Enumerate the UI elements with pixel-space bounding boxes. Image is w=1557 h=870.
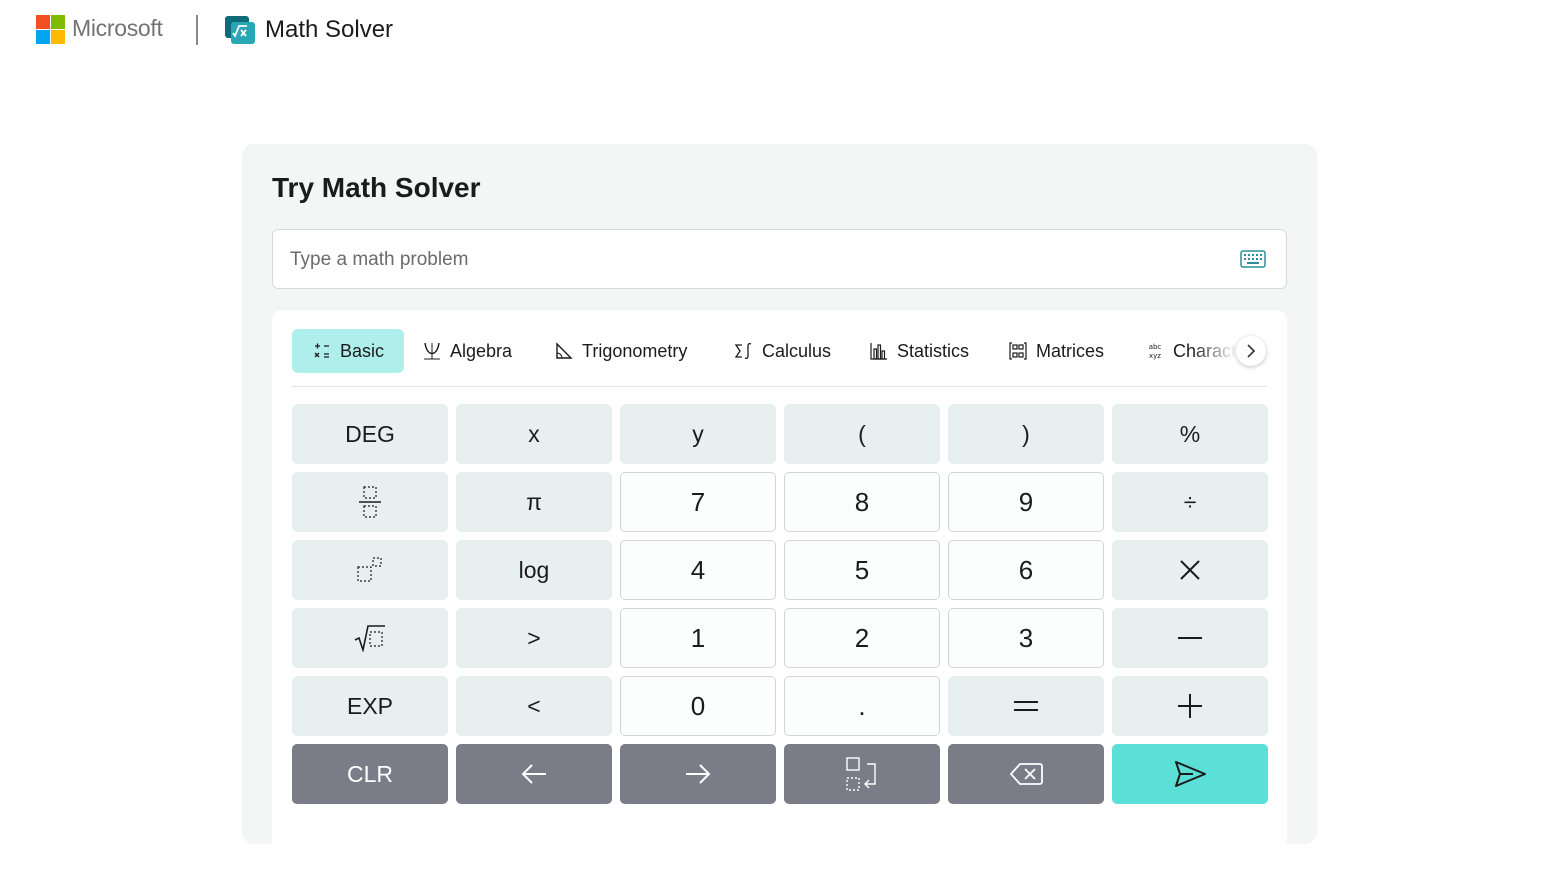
deg-key[interactable]: DEG (292, 404, 448, 464)
card-title: Try Math Solver (272, 172, 481, 203)
right-paren-key[interactable]: ) (948, 404, 1104, 464)
square-root-icon (354, 625, 385, 652)
fraction-icon (359, 486, 381, 518)
app-name[interactable]: Math Solver (265, 16, 393, 44)
math-problem-input[interactable] (288, 244, 1222, 276)
math-solver-logo-icon[interactable] (225, 16, 255, 44)
left-paren-key[interactable]: ( (784, 404, 940, 464)
digit-0-key[interactable]: 0 (620, 676, 776, 736)
triangle-icon (556, 342, 573, 359)
header-divider (196, 15, 198, 45)
tab-label: Statistics (897, 340, 970, 361)
tab-label: Calculus (762, 340, 832, 361)
digit-5-key[interactable]: 5 (784, 540, 940, 600)
parabola-icon (424, 342, 440, 360)
arrow-left-icon (521, 764, 546, 784)
tab-label: Trigonometry (582, 340, 688, 361)
solve-submit-button[interactable] (1112, 744, 1268, 804)
abc-icon: abc xyz (1149, 343, 1162, 360)
send-icon (1175, 761, 1206, 787)
exp-key[interactable]: EXP (292, 676, 448, 736)
y-variable-key[interactable]: y (620, 404, 776, 464)
percent-key[interactable]: % (1112, 404, 1268, 464)
chevron-right-icon (1247, 344, 1256, 358)
math-input-box[interactable] (272, 229, 1287, 289)
tab-calculus[interactable]: Calculus (734, 329, 831, 373)
digit-3-key[interactable]: 3 (948, 608, 1104, 668)
tab-label: Basic (340, 340, 385, 361)
digit-9-key[interactable]: 9 (948, 472, 1104, 532)
decimal-point-key[interactable]: . (784, 676, 940, 736)
bar-chart-icon (870, 343, 887, 360)
move-down-key[interactable] (784, 744, 940, 804)
minus-icon (1178, 637, 1202, 639)
svg-text:abc: abc (1149, 343, 1162, 351)
tabs-scroll-right-button[interactable] (1236, 336, 1266, 366)
digit-1-key[interactable]: 1 (620, 608, 776, 668)
cursor-left-key[interactable] (456, 744, 612, 804)
tab-basic[interactable]: Basic (292, 329, 405, 373)
digit-8-key[interactable]: 8 (784, 472, 940, 532)
digit-2-key[interactable]: 2 (784, 608, 940, 668)
box-move-down-icon (846, 757, 876, 791)
cursor-right-key[interactable] (620, 744, 776, 804)
tab-matrices[interactable]: Matrices (1008, 329, 1104, 373)
keypad-grid: DEG x y ( ) % π 7 8 9 ÷ log 4 5 6 > 1 2 … (292, 404, 1268, 804)
x-variable-key[interactable]: x (456, 404, 612, 464)
multiply-key[interactable] (1112, 540, 1268, 600)
tab-statistics[interactable]: Statistics (869, 329, 969, 373)
pi-key[interactable]: π (456, 472, 612, 532)
category-tabs: Basic Algebra Trigonometry Calculus Stat… (292, 328, 1267, 387)
digit-4-key[interactable]: 4 (620, 540, 776, 600)
fraction-key[interactable] (292, 472, 448, 532)
multiply-icon (1180, 560, 1200, 580)
site-header: Microsoft Math Solver (0, 0, 1557, 62)
digit-7-key[interactable]: 7 (620, 472, 776, 532)
digit-6-key[interactable]: 6 (948, 540, 1104, 600)
svg-text:xyz: xyz (1149, 352, 1161, 360)
microsoft-wordmark[interactable]: Microsoft (72, 15, 163, 42)
sigma-integral-icon (734, 342, 752, 360)
basic-ops-icon (314, 343, 329, 358)
equals-key[interactable] (948, 676, 1104, 736)
equals-icon (1014, 701, 1038, 711)
microsoft-logo-icon[interactable] (36, 15, 65, 44)
greater-than-key[interactable]: > (456, 608, 612, 668)
tab-label: Algebra (450, 340, 513, 361)
matrix-icon (1009, 342, 1027, 360)
square-root-key[interactable] (292, 608, 448, 668)
clear-key[interactable]: CLR (292, 744, 448, 804)
backspace-key[interactable] (948, 744, 1104, 804)
backspace-icon (1009, 763, 1043, 785)
plus-icon (1178, 694, 1202, 718)
math-solver-card: Try Math Solver Basic (242, 144, 1317, 870)
tab-label: Matrices (1036, 340, 1105, 361)
arrow-right-icon (686, 764, 711, 784)
plus-key[interactable] (1112, 676, 1268, 736)
exponent-icon (357, 557, 382, 582)
exponent-key[interactable] (292, 540, 448, 600)
less-than-key[interactable]: < (456, 676, 612, 736)
tab-trigonometry[interactable]: Trigonometry (554, 329, 687, 373)
tab-algebra[interactable]: Algebra (422, 329, 512, 373)
log-key[interactable]: log (456, 540, 612, 600)
keypad-panel: Basic Algebra Trigonometry Calculus Stat… (272, 310, 1287, 870)
keyboard-icon[interactable] (1240, 250, 1266, 268)
divide-key[interactable]: ÷ (1112, 472, 1268, 532)
minus-key[interactable] (1112, 608, 1268, 668)
